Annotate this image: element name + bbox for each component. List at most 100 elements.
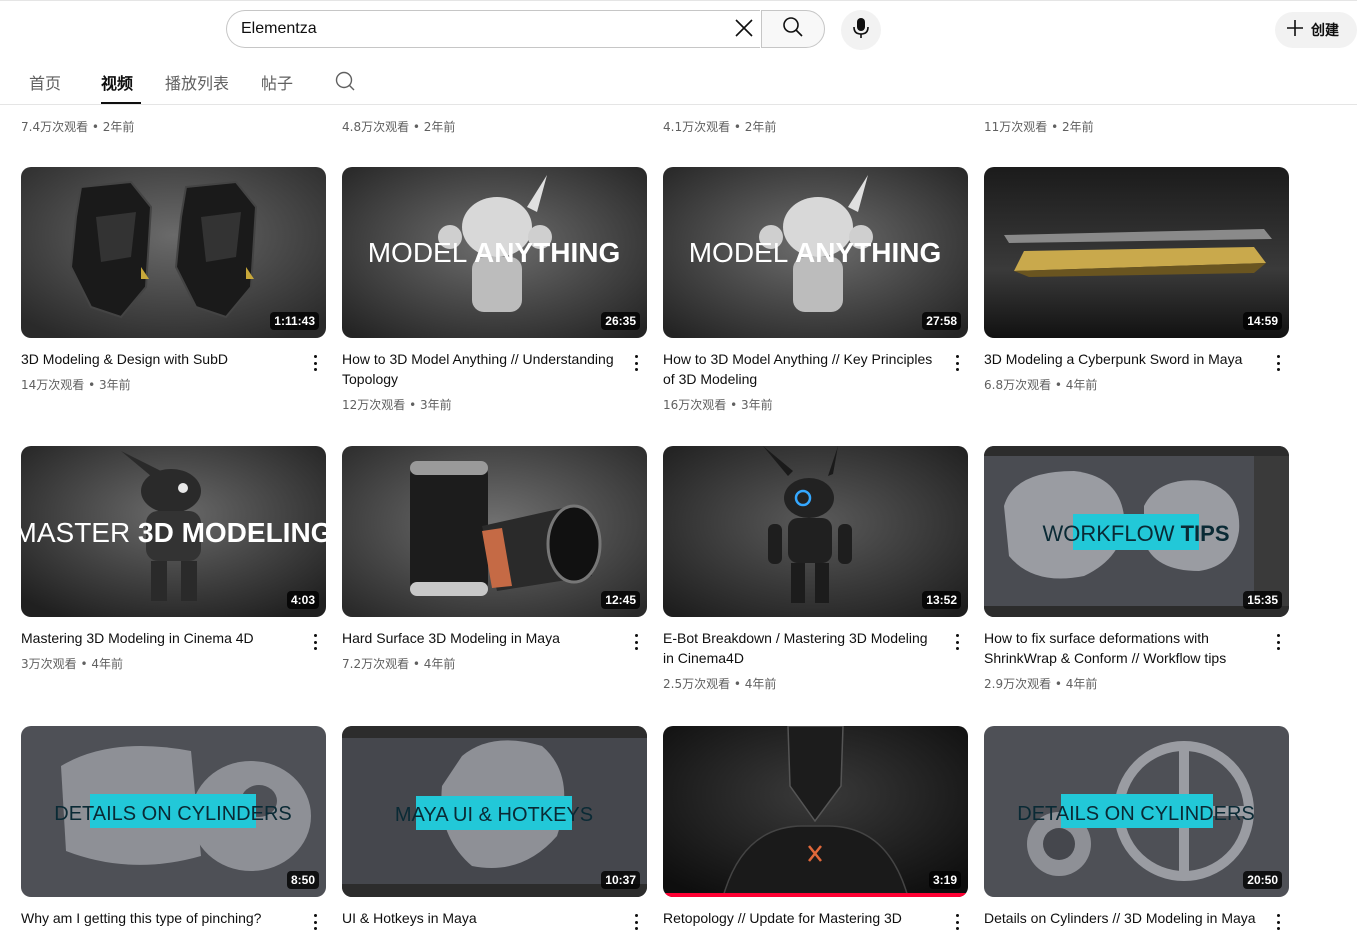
video-duration: 4:03: [286, 591, 319, 609]
thumbnail-overlay-text: TIPS: [1181, 521, 1230, 546]
video-meta: 7.4万次观看 • 2年前: [21, 120, 135, 134]
video-duration: 20:50: [1243, 871, 1282, 889]
thumbnail-overlay-text: WORKFLOW: [1042, 521, 1174, 546]
mic-icon: [852, 17, 870, 43]
video-thumbnail[interactable]: WORKFLOW TIPS 15:35: [984, 446, 1289, 617]
more-actions-icon[interactable]: [951, 353, 963, 373]
video-thumbnail[interactable]: MAYA UI & HOTKEYS 10:37: [342, 726, 647, 897]
svg-text:MASTER 3D MODELING: MASTER 3D MODELING: [21, 517, 326, 548]
video-title[interactable]: 3D Modeling & Design with SubD: [21, 349, 297, 369]
voice-search-button[interactable]: [841, 10, 881, 50]
video-thumbnail[interactable]: MODEL ANYTHING 27:58: [663, 167, 968, 338]
tab-videos[interactable]: 视频: [101, 70, 141, 104]
video-meta: 7.2万次观看 • 4年前: [342, 657, 456, 671]
create-label: 创建: [1311, 23, 1339, 39]
video-thumbnail[interactable]: 14:59: [984, 167, 1289, 338]
video-duration: 27:58: [922, 312, 961, 330]
video-title[interactable]: UI & Hotkeys in Maya: [342, 908, 618, 928]
video-duration: 8:50: [286, 871, 319, 889]
tab-home[interactable]: 首页: [29, 70, 61, 104]
svg-text:WORKFLOW TIPS: WORKFLOW TIPS: [1042, 521, 1229, 546]
video-meta: 2.9万次观看 • 4年前: [984, 677, 1098, 691]
video-meta: 11万次观看 • 2年前: [984, 120, 1094, 134]
more-actions-icon[interactable]: [309, 353, 321, 373]
thumbnail-overlay-text: ANYTHING: [795, 237, 941, 268]
video-duration: 13:52: [922, 591, 961, 609]
thumbnail-overlay-text: CYLINDERS: [1140, 803, 1254, 825]
top-bar: 创建: [0, 0, 1357, 59]
video-title[interactable]: How to 3D Model Anything // Key Principl…: [663, 349, 939, 389]
thumbnail-overlay-text: MODEL: [689, 237, 788, 268]
video-title[interactable]: Hard Surface 3D Modeling in Maya: [342, 628, 618, 648]
svg-text:MAYA UI & HOTKEYS: MAYA UI & HOTKEYS: [395, 804, 593, 826]
video-thumbnail[interactable]: MODEL ANYTHING 26:35: [342, 167, 647, 338]
more-actions-icon[interactable]: [630, 353, 642, 373]
more-actions-icon[interactable]: [630, 912, 642, 932]
video-title[interactable]: E-Bot Breakdown / Mastering 3D Modeling …: [663, 628, 939, 668]
more-actions-icon[interactable]: [630, 632, 642, 652]
video-meta: 12万次观看 • 3年前: [342, 398, 452, 412]
video-duration: 15:35: [1243, 591, 1282, 609]
video-duration: 3:19: [928, 871, 961, 889]
thumbnail-overlay-text: MAYA UI: [395, 804, 473, 826]
video-meta: 16万次观看 • 3年前: [663, 398, 773, 412]
video-title[interactable]: 3D Modeling a Cyberpunk Sword in Maya: [984, 349, 1260, 369]
channel-tabs: 首页 视频 播放列表 帖子: [0, 58, 1357, 105]
video-duration: 26:35: [601, 312, 640, 330]
thumbnail-overlay-text: MODEL: [368, 237, 467, 268]
video-duration: 14:59: [1243, 312, 1282, 330]
more-actions-icon[interactable]: [951, 912, 963, 932]
video-meta: 14万次观看 • 3年前: [21, 378, 131, 392]
create-button[interactable]: 创建: [1275, 12, 1357, 48]
thumbnail-overlay-text: MASTER: [21, 517, 130, 548]
video-meta: 4.8万次观看 • 2年前: [342, 120, 456, 134]
video-title[interactable]: How to fix surface deformations with Shr…: [984, 628, 1260, 668]
video-thumbnail[interactable]: 3:19: [663, 726, 968, 897]
video-title[interactable]: Retopology // Update for Mastering 3D: [663, 908, 939, 928]
more-actions-icon[interactable]: [951, 632, 963, 652]
svg-text:DETAILS ON CYLINDERS: DETAILS ON CYLINDERS: [54, 803, 291, 825]
more-actions-icon[interactable]: [309, 632, 321, 652]
svg-text:DETAILS ON CYLINDERS: DETAILS ON CYLINDERS: [1017, 803, 1254, 825]
video-thumbnail[interactable]: DETAILS ON CYLINDERS 8:50: [21, 726, 326, 897]
thumbnail-overlay-text: DETAILS ON: [1017, 803, 1134, 825]
thumbnail-overlay-text: & HOTKEYS: [479, 804, 593, 826]
video-thumbnail[interactable]: DETAILS ON CYLINDERS 20:50: [984, 726, 1289, 897]
video-duration: 12:45: [601, 591, 640, 609]
more-actions-icon[interactable]: [1272, 632, 1284, 652]
search-icon: [782, 16, 804, 42]
thumbnail-overlay-text: 3D MODELING: [138, 517, 326, 548]
watch-progress-bar: [663, 893, 968, 897]
svg-text:MODEL ANYTHING: MODEL ANYTHING: [368, 237, 621, 268]
tab-playlists[interactable]: 播放列表: [165, 70, 229, 104]
video-meta: 4.1万次观看 • 2年前: [663, 120, 777, 134]
more-actions-icon[interactable]: [1272, 353, 1284, 373]
svg-text:MODEL ANYTHING: MODEL ANYTHING: [689, 237, 942, 268]
plus-icon: [1285, 18, 1305, 42]
video-duration: 1:11:43: [270, 312, 319, 330]
video-title[interactable]: Why am I getting this type of pinching?: [21, 908, 297, 928]
video-title[interactable]: Mastering 3D Modeling in Cinema 4D: [21, 628, 297, 648]
thumbnail-overlay-text: ANYTHING: [474, 237, 620, 268]
search-box[interactable]: [226, 10, 760, 48]
video-title[interactable]: Details on Cylinders // 3D Modeling in M…: [984, 908, 1260, 928]
video-meta: 3万次观看 • 4年前: [21, 657, 123, 671]
video-thumbnail[interactable]: 13:52: [663, 446, 968, 617]
video-thumbnail[interactable]: MASTER 3D MODELING 4:03: [21, 446, 326, 617]
close-icon: [734, 18, 754, 42]
search-input[interactable]: [241, 11, 711, 47]
video-duration: 10:37: [601, 871, 640, 889]
channel-search-icon[interactable]: [334, 70, 356, 92]
video-thumbnail[interactable]: 12:45: [342, 446, 647, 617]
thumbnail-overlay-text: DETAILS ON: [54, 803, 171, 825]
search-button[interactable]: [761, 10, 825, 48]
more-actions-icon[interactable]: [309, 912, 321, 932]
tab-posts[interactable]: 帖子: [261, 70, 293, 104]
video-title[interactable]: How to 3D Model Anything // Understandin…: [342, 349, 618, 389]
video-meta: 6.8万次观看 • 4年前: [984, 378, 1098, 392]
video-thumbnail[interactable]: 1:11:43: [21, 167, 326, 338]
more-actions-icon[interactable]: [1272, 912, 1284, 932]
thumbnail-overlay-text: CYLINDERS: [177, 803, 291, 825]
clear-search-button[interactable]: [728, 14, 760, 46]
video-meta: 2.5万次观看 • 4年前: [663, 677, 777, 691]
